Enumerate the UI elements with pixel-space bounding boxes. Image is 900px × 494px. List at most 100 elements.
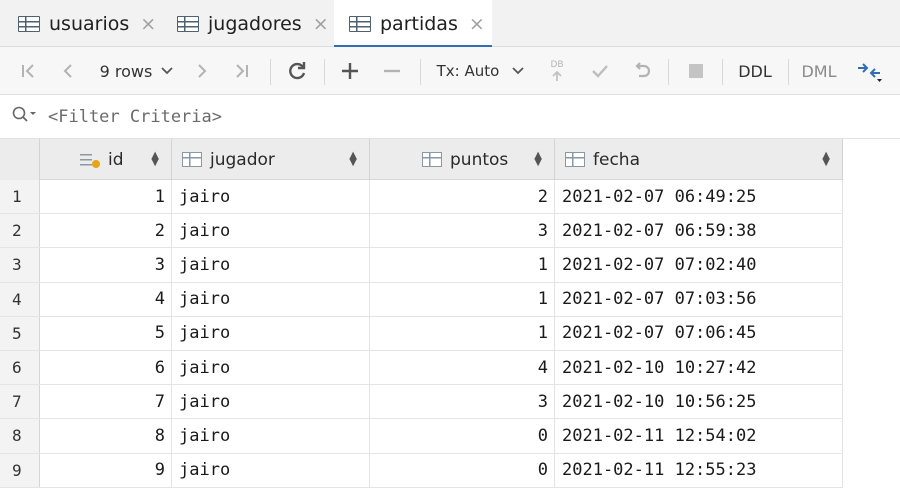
row-number[interactable]: 4 <box>0 282 40 316</box>
rollback-button[interactable] <box>626 47 658 95</box>
cancel-running-button[interactable] <box>680 47 712 95</box>
last-page-button[interactable] <box>226 47 258 95</box>
close-icon[interactable]: × <box>469 13 485 35</box>
cell-puntos[interactable]: 1 <box>370 282 555 316</box>
table-row[interactable]: 1 1 jairo 2 2021-02-07 06:49:25 <box>0 180 843 215</box>
column-icon <box>565 152 585 167</box>
add-row-button[interactable] <box>334 47 366 95</box>
refresh-button[interactable] <box>280 47 314 95</box>
first-page-icon <box>22 64 34 78</box>
primary-key-column-icon <box>80 151 100 168</box>
filter-input[interactable]: <Filter Criteria> <box>48 107 222 127</box>
cell-fecha[interactable]: 2021-02-10 10:27:42 <box>555 350 843 385</box>
cell-fecha[interactable]: 2021-02-07 07:02:40 <box>555 248 843 282</box>
table-row[interactable]: 4 4 jairo 1 2021-02-07 07:03:56 <box>0 282 843 317</box>
cell-id[interactable]: 5 <box>40 316 172 350</box>
cell-puntos[interactable]: 0 <box>370 453 555 487</box>
table-row[interactable]: 9 9 jairo 0 2021-02-11 12:55:23 <box>0 453 843 488</box>
cell-jugador[interactable]: jairo <box>172 453 370 487</box>
table-row[interactable]: 2 2 jairo 3 2021-02-07 06:59:38 <box>0 214 843 249</box>
sort-icon[interactable]: ▲ ▼ <box>822 151 830 168</box>
cell-jugador[interactable]: jairo <box>172 419 370 453</box>
row-number[interactable]: 3 <box>0 248 40 282</box>
cell-jugador[interactable]: jairo <box>172 350 370 385</box>
cell-fecha[interactable]: 2021-02-11 12:55:23 <box>555 453 843 487</box>
tab-partidas[interactable]: partidas × <box>334 0 492 48</box>
cell-puntos[interactable]: 1 <box>370 248 555 282</box>
tab-usuarios[interactable]: usuarios × <box>0 0 162 47</box>
row-number[interactable]: 5 <box>0 316 40 350</box>
commit-button[interactable] <box>584 47 616 95</box>
first-page-button[interactable] <box>12 47 44 95</box>
table-row[interactable]: 3 3 jairo 1 2021-02-07 07:02:40 <box>0 248 843 283</box>
table-icon <box>177 15 199 32</box>
checkmark-icon <box>592 65 608 78</box>
column-icon <box>182 152 202 167</box>
column-header-id[interactable]: id ▲ ▼ <box>40 139 172 180</box>
cell-fecha[interactable]: 2021-02-07 07:03:56 <box>555 282 843 316</box>
tab-jugadores[interactable]: jugadores × <box>162 0 334 47</box>
cell-fecha[interactable]: 2021-02-07 07:06:45 <box>555 316 843 350</box>
delete-row-button[interactable] <box>376 47 408 95</box>
previous-page-button[interactable] <box>52 47 84 95</box>
cell-jugador[interactable]: jairo <box>172 316 370 350</box>
column-header-puntos[interactable]: puntos ▲ ▼ <box>370 139 555 180</box>
row-number[interactable]: 9 <box>0 453 40 487</box>
toolbar-divider <box>420 59 421 85</box>
row-number[interactable]: 7 <box>0 385 40 419</box>
refresh-icon <box>289 62 306 80</box>
cell-puntos[interactable]: 3 <box>370 385 555 419</box>
row-number[interactable]: 2 <box>0 214 40 248</box>
toolbar-divider <box>270 59 271 85</box>
table-row[interactable]: 7 7 jairo 3 2021-02-10 10:56:25 <box>0 385 843 420</box>
cell-puntos[interactable]: 2 <box>370 180 555 214</box>
table-row[interactable]: 8 8 jairo 0 2021-02-11 12:54:02 <box>0 419 843 454</box>
table-row[interactable]: 5 5 jairo 1 2021-02-07 07:06:45 <box>0 316 843 351</box>
transaction-mode-dropdown[interactable]: Tx: Auto <box>430 47 532 95</box>
cell-fecha[interactable]: 2021-02-07 06:49:25 <box>555 180 843 214</box>
column-header-fecha[interactable]: fecha ▲ ▼ <box>555 139 843 180</box>
cell-jugador[interactable]: jairo <box>172 385 370 419</box>
cell-id[interactable]: 8 <box>40 419 172 453</box>
filter-bar[interactable]: <Filter Criteria> <box>0 96 900 139</box>
cell-id[interactable]: 4 <box>40 282 172 316</box>
cell-puntos[interactable]: 0 <box>370 419 555 453</box>
close-icon[interactable]: × <box>140 13 156 35</box>
table-row[interactable]: 6 6 jairo 4 2021-02-10 10:27:42 <box>0 350 843 386</box>
row-number[interactable]: 1 <box>0 180 40 214</box>
ddl-button[interactable]: DDL <box>732 47 778 95</box>
toolbar-divider <box>324 59 325 85</box>
cell-fecha[interactable]: 2021-02-10 10:56:25 <box>555 385 843 419</box>
cell-fecha[interactable]: 2021-02-11 12:54:02 <box>555 419 843 453</box>
rows-label: 9 rows <box>99 61 153 81</box>
cell-id[interactable]: 9 <box>40 453 172 487</box>
sort-icon[interactable]: ▲ ▼ <box>151 151 159 168</box>
chevron-left-icon <box>63 64 72 78</box>
cell-id[interactable]: 7 <box>40 385 172 419</box>
cell-puntos[interactable]: 4 <box>370 350 555 385</box>
column-header-jugador[interactable]: jugador ▲ ▼ <box>172 139 370 180</box>
cell-id[interactable]: 3 <box>40 248 172 282</box>
cell-id[interactable]: 2 <box>40 214 172 248</box>
cell-jugador[interactable]: jairo <box>172 180 370 214</box>
dml-button[interactable]: DML <box>796 47 842 95</box>
compare-button[interactable] <box>850 47 890 95</box>
sort-icon[interactable]: ▲ ▼ <box>534 151 542 168</box>
rows-dropdown[interactable]: 9 rows <box>92 47 182 95</box>
cell-id[interactable]: 1 <box>40 180 172 214</box>
cell-puntos[interactable]: 3 <box>370 214 555 248</box>
submit-to-database-button[interactable]: DB <box>542 47 572 95</box>
close-icon[interactable]: × <box>313 13 329 35</box>
row-number[interactable]: 8 <box>0 419 40 453</box>
cell-jugador[interactable]: jairo <box>172 248 370 282</box>
grid-body: 1 1 jairo 2 2021-02-07 06:49:25 2 2 jairo 3 2021-… <box>0 180 843 488</box>
sort-icon[interactable]: ▲ ▼ <box>349 151 357 168</box>
cell-id[interactable]: 6 <box>40 350 172 385</box>
cell-puntos[interactable]: 1 <box>370 316 555 350</box>
cell-jugador[interactable]: jairo <box>172 214 370 248</box>
cell-jugador[interactable]: jairo <box>172 282 370 316</box>
next-page-button[interactable] <box>186 47 218 95</box>
cell-fecha[interactable]: 2021-02-07 06:59:38 <box>555 214 843 248</box>
row-number[interactable]: 6 <box>0 350 40 385</box>
search-icon[interactable] <box>12 106 42 128</box>
